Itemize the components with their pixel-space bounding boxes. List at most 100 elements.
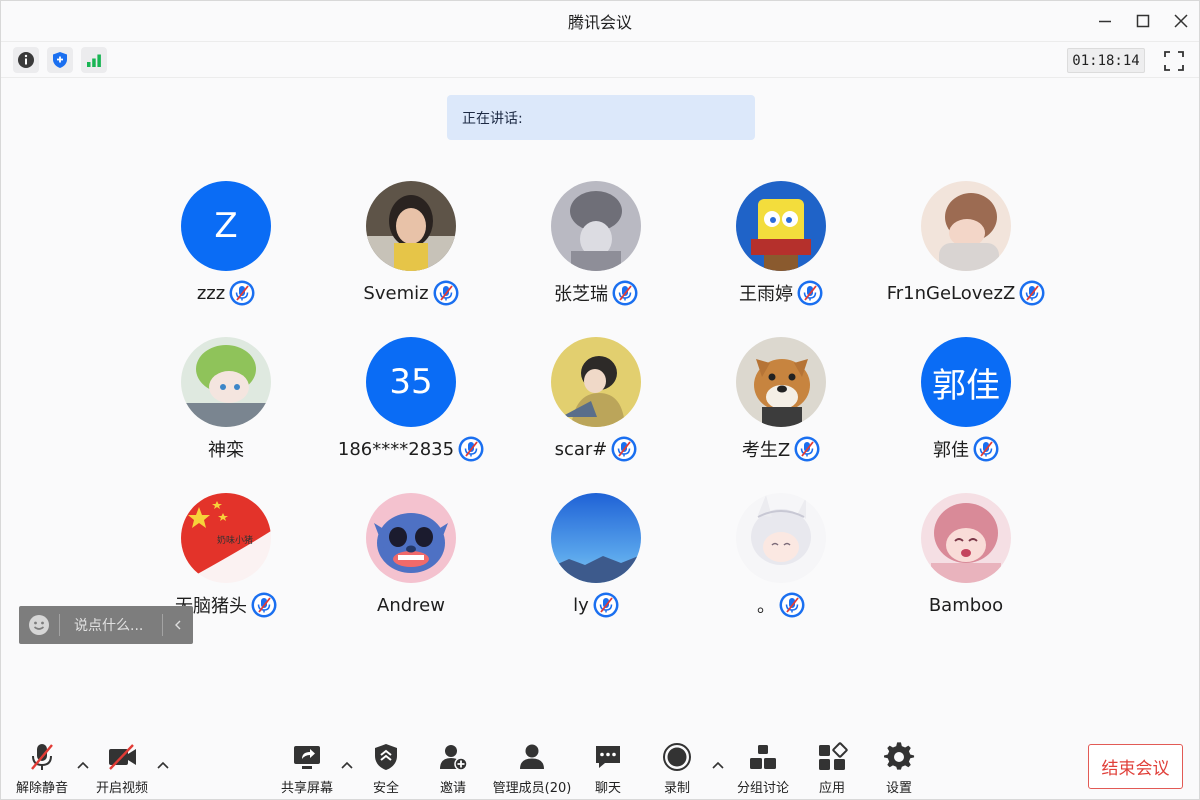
minimize-icon bbox=[1099, 20, 1111, 23]
participant-name: ly bbox=[573, 594, 589, 616]
minimize-button[interactable] bbox=[1087, 1, 1123, 41]
chat-input-box[interactable]: 说点什么... bbox=[19, 606, 193, 644]
mic-muted-icon bbox=[794, 436, 820, 462]
participant-tile[interactable]: ly bbox=[506, 493, 686, 633]
avatar-image bbox=[921, 181, 1011, 271]
maximize-button[interactable] bbox=[1125, 1, 1161, 41]
maximize-icon bbox=[1136, 14, 1150, 28]
avatar: 郭佳 bbox=[921, 337, 1011, 427]
participant-tile[interactable]: Bamboo bbox=[876, 493, 1056, 633]
security-label: 安全 bbox=[372, 781, 399, 796]
signal-icon bbox=[87, 54, 101, 67]
avatar-image bbox=[551, 181, 641, 271]
security-button[interactable]: 安全 bbox=[361, 741, 411, 797]
participant-name-row: 张芝瑞 bbox=[506, 279, 686, 307]
share-options-chevron-up-icon[interactable] bbox=[340, 759, 354, 773]
chat-input-placeholder[interactable]: 说点什么... bbox=[60, 615, 162, 635]
network-status-button[interactable] bbox=[81, 47, 107, 73]
share-screen-label: 共享屏幕 bbox=[280, 781, 333, 796]
manage-members-button[interactable]: 管理成员(20) bbox=[489, 741, 575, 797]
participant-name: 考生Z bbox=[741, 440, 791, 461]
participant-tile[interactable]: 郭佳 郭佳 bbox=[876, 337, 1056, 477]
mic-muted-icon bbox=[779, 592, 805, 618]
fullscreen-button[interactable] bbox=[1160, 47, 1188, 75]
meeting-window: 腾讯会议 01:18:14 正在讲话: Z zzz Svemiz 张芝瑞 王雨婷… bbox=[0, 0, 1200, 800]
settings-label: 设置 bbox=[885, 781, 912, 796]
emoji-button[interactable] bbox=[19, 614, 59, 636]
participant-tile[interactable]: 王雨婷 bbox=[691, 181, 871, 321]
chat-button[interactable]: 聊天 bbox=[583, 741, 633, 797]
participant-name: 王雨婷 bbox=[739, 284, 793, 305]
chat-label: 聊天 bbox=[594, 781, 621, 796]
share-screen-button[interactable]: 共享屏幕 bbox=[276, 741, 338, 797]
chat-collapse-button[interactable] bbox=[163, 619, 193, 631]
participant-tile[interactable]: 35 186****2835 bbox=[321, 337, 501, 477]
participant-tile[interactable]: 考生Z bbox=[691, 337, 871, 477]
participant-name-row: Bamboo bbox=[876, 591, 1056, 619]
avatar-image bbox=[736, 181, 826, 271]
end-meeting-button[interactable]: 结束会议 bbox=[1088, 744, 1183, 789]
participant-tile[interactable]: 神栾 bbox=[136, 337, 316, 477]
participant-name: 。 bbox=[757, 596, 775, 617]
title-bar: 腾讯会议 bbox=[1, 1, 1199, 41]
participant-name-row: 神栾 bbox=[136, 435, 316, 463]
avatar bbox=[551, 493, 641, 583]
avatar bbox=[366, 181, 456, 271]
record-label: 录制 bbox=[663, 781, 690, 796]
avatar bbox=[551, 181, 641, 271]
mic-muted-icon bbox=[797, 280, 823, 306]
participant-name-row: 186****2835 bbox=[321, 435, 501, 463]
breakout-rooms-icon bbox=[750, 745, 776, 769]
participant-tile[interactable]: 张芝瑞 bbox=[506, 181, 686, 321]
meeting-info-button[interactable] bbox=[13, 47, 39, 73]
gear-icon bbox=[884, 742, 915, 770]
settings-button[interactable]: 设置 bbox=[874, 741, 924, 797]
chat-icon bbox=[596, 746, 620, 768]
mic-muted-icon bbox=[251, 592, 277, 618]
avatar bbox=[181, 337, 271, 427]
avatar-image bbox=[366, 181, 456, 271]
participant-name: scar# bbox=[554, 438, 608, 460]
participant-tile[interactable]: Svemiz bbox=[321, 181, 501, 321]
breakout-rooms-button[interactable]: 分组讨论 bbox=[732, 741, 794, 797]
audio-options-chevron-up-icon[interactable] bbox=[76, 759, 90, 773]
participant-tile[interactable]: 。 bbox=[691, 493, 871, 633]
apps-label: 应用 bbox=[818, 781, 845, 796]
avatar bbox=[921, 181, 1011, 271]
start-video-button[interactable]: 开启视频 bbox=[91, 741, 153, 797]
participant-name: Andrew bbox=[377, 594, 445, 616]
breakout-rooms-label: 分组讨论 bbox=[736, 781, 789, 796]
avatar bbox=[551, 337, 641, 427]
close-icon bbox=[1174, 14, 1188, 28]
record-button[interactable]: 录制 bbox=[652, 741, 702, 797]
participant-tile[interactable]: scar# bbox=[506, 337, 686, 477]
video-options-chevron-up-icon[interactable] bbox=[156, 759, 170, 773]
chevron-left-icon bbox=[175, 620, 181, 630]
avatar-image bbox=[366, 493, 456, 583]
participant-name-row: scar# bbox=[506, 435, 686, 463]
close-button[interactable] bbox=[1163, 1, 1199, 41]
participant-tile[interactable]: Zzzz bbox=[136, 181, 316, 321]
security-status-button[interactable] bbox=[47, 47, 73, 73]
avatar bbox=[921, 493, 1011, 583]
participant-name: Svemiz bbox=[363, 282, 429, 304]
participant-name-row: Fr1nGeLovezZ bbox=[876, 279, 1056, 307]
avatar-image bbox=[181, 337, 271, 427]
apps-button[interactable]: 应用 bbox=[807, 741, 857, 797]
participant-name: 神栾 bbox=[208, 440, 244, 461]
info-bar: 01:18:14 bbox=[1, 41, 1199, 78]
mic-muted-icon bbox=[433, 280, 459, 306]
bottom-toolbar: 解除静音 开启视频 共享屏幕 安全 邀请 管理成员(20) 聊天 录制 分组讨论… bbox=[1, 731, 1199, 800]
mic-muted-icon bbox=[611, 436, 637, 462]
unmute-button[interactable]: 解除静音 bbox=[11, 741, 73, 797]
invite-button[interactable]: 邀请 bbox=[428, 741, 478, 797]
start-video-label: 开启视频 bbox=[95, 781, 148, 796]
participant-name-row: 郭佳 bbox=[876, 435, 1056, 463]
participant-name-row: 。 bbox=[691, 591, 871, 619]
participant-tile[interactable]: Fr1nGeLovezZ bbox=[876, 181, 1056, 321]
avatar bbox=[736, 493, 826, 583]
window-controls bbox=[1085, 1, 1199, 41]
participant-tile[interactable]: Andrew bbox=[321, 493, 501, 633]
apps-icon bbox=[819, 742, 848, 770]
record-options-chevron-up-icon[interactable] bbox=[711, 759, 725, 773]
